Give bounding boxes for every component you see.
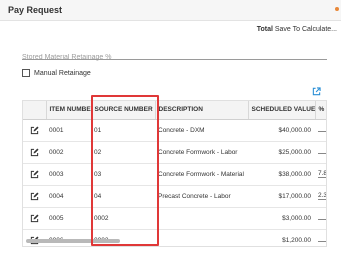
- table-row: 0001 01 Concrete - DXM $40,000.00: [23, 119, 326, 142]
- external-link-icon[interactable]: [312, 87, 321, 96]
- scheduled-value-cell: $38,000.00: [248, 163, 315, 186]
- horizontal-scrollbar[interactable]: [26, 239, 120, 243]
- edit-cell: [23, 229, 46, 246]
- item-number-cell: 0001: [46, 119, 91, 142]
- percent-input[interactable]: [318, 152, 326, 154]
- total-summary: Total Save To Calculate...: [257, 26, 337, 33]
- source-number-cell: 0002: [91, 207, 155, 230]
- edit-icon[interactable]: [30, 170, 39, 179]
- description-cell: Concrete Formwork - Material: [155, 163, 248, 186]
- edit-icon[interactable]: [30, 148, 39, 157]
- edit-icon[interactable]: [30, 192, 39, 201]
- table-row: 0003 03 Concrete Formwork - Material $38,00…: [23, 163, 326, 186]
- manual-retainage-row[interactable]: Manual Retainage: [22, 67, 91, 79]
- description-cell: [155, 207, 248, 230]
- item-number-cell: 0004: [46, 185, 91, 208]
- percent-input[interactable]: [318, 240, 326, 242]
- item-number-cell: 0006: [46, 229, 91, 246]
- percent-cell: [315, 119, 326, 142]
- description-cell: [155, 229, 248, 246]
- item-number-cell: 0003: [46, 163, 91, 186]
- source-number-cell: 0003: [91, 229, 155, 246]
- edit-cell: [23, 207, 46, 230]
- source-number-cell: 04: [91, 185, 155, 208]
- column-header-source-number[interactable]: SOURCE NUMBER: [91, 101, 156, 120]
- source-number-cell: 02: [91, 141, 155, 164]
- edit-cell: [23, 163, 46, 186]
- percent-cell: [315, 141, 326, 164]
- percent-cell: [315, 207, 326, 230]
- column-header-item-number[interactable]: ITEM NUMBER: [46, 101, 92, 120]
- stored-material-retainage-input[interactable]: [22, 54, 327, 61]
- edit-cell: [23, 185, 46, 208]
- percent-cell: [315, 229, 326, 246]
- edit-icon[interactable]: [30, 126, 39, 135]
- table-row: 0002 02 Concrete Formwork - Labor $25,000.0…: [23, 141, 326, 164]
- description-cell: Concrete Formwork - Labor: [155, 141, 248, 164]
- description-cell: Precast Concrete - Labor: [155, 185, 248, 208]
- item-number-cell: 0005: [46, 207, 91, 230]
- edit-column-header: [23, 101, 47, 120]
- manual-retainage-label: Manual Retainage: [34, 69, 91, 77]
- scheduled-value-cell: $17,000.00: [248, 185, 315, 208]
- edit-cell: [23, 141, 46, 164]
- column-header-percent[interactable]: % T: [315, 101, 326, 120]
- item-number-cell: 0002: [46, 141, 91, 164]
- edit-icon[interactable]: [30, 214, 39, 223]
- percent-cell: 7.8: [315, 163, 326, 186]
- scheduled-value-cell: $25,000.00: [248, 141, 315, 164]
- scheduled-value-cell: $1,200.00: [248, 229, 315, 246]
- table-row: 0005 0002 $3,000.00: [23, 207, 326, 230]
- page-title: Pay Request: [8, 5, 63, 15]
- table-row: 00060003 $1,200.00: [23, 229, 326, 246]
- scheduled-value-cell: $3,000.00: [248, 207, 315, 230]
- source-number-cell: 01: [91, 119, 155, 142]
- line-items-table: ITEM NUMBER SOURCE NUMBER DESCRIPTION SC…: [22, 100, 327, 247]
- scheduled-value-cell: $40,000.00: [248, 119, 315, 142]
- source-number-cell: 03: [91, 163, 155, 186]
- table-header-row: ITEM NUMBER SOURCE NUMBER DESCRIPTION SC…: [23, 101, 326, 120]
- percent-input[interactable]: 2.3: [318, 192, 326, 200]
- percent-cell: 2.3: [315, 185, 326, 208]
- column-header-description[interactable]: DESCRIPTION: [155, 101, 249, 120]
- table-row: 0004 04 Precast Concrete - Labor $17,000.00…: [23, 185, 326, 208]
- pay-request-card: Pay Request Total Save To Calculate... M…: [0, 0, 341, 261]
- card-header: Pay Request: [0, 0, 341, 21]
- column-header-scheduled-value[interactable]: SCHEDULED VALUE: [248, 101, 316, 120]
- percent-input[interactable]: [318, 130, 326, 132]
- manual-retainage-checkbox[interactable]: [22, 69, 30, 77]
- description-cell: Concrete - DXM: [155, 119, 248, 142]
- edit-cell: [23, 119, 46, 142]
- percent-input[interactable]: [318, 218, 326, 220]
- total-label: Total: [256, 26, 273, 33]
- status-dot: [335, 7, 339, 11]
- total-value: Save To Calculate...: [274, 26, 337, 33]
- stored-material-retainage-field[interactable]: [22, 46, 327, 61]
- percent-input[interactable]: 7.8: [318, 170, 326, 178]
